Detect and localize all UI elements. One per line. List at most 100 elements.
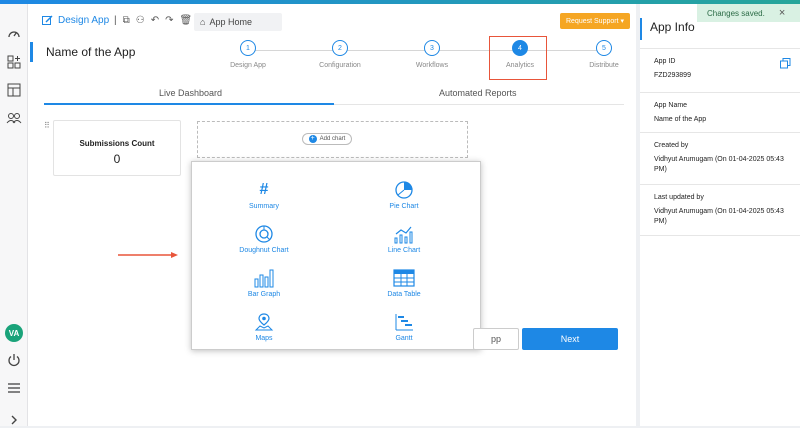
tab-automated-reports[interactable]: Automated Reports: [439, 88, 517, 98]
chart-option-label: Summary: [249, 203, 279, 210]
chart-option-label: Data Table: [387, 291, 421, 298]
step-distribute[interactable]: 5 Distribute: [574, 40, 634, 69]
next-button[interactable]: Next: [522, 328, 618, 350]
field-value: Vidhyut Arumugam (On 01-04-2025 05:43 PM…: [654, 208, 784, 225]
app-info-panel: App Info Changes saved. × App ID FZD2938…: [640, 4, 800, 426]
menu-icon[interactable]: [6, 380, 22, 396]
step-label: Configuration: [319, 62, 361, 69]
data-table-icon: [344, 268, 464, 288]
doughnut-chart-icon: [204, 224, 324, 244]
field-label: App ID: [654, 58, 676, 65]
chart-option-gantt[interactable]: Gantt: [344, 312, 464, 342]
field-value: FZD293899: [654, 72, 691, 79]
home-icon: ⌂: [200, 17, 206, 27]
trash-icon[interactable]: 🗑: [180, 15, 193, 26]
arrow-annotation-icon: [118, 252, 178, 258]
request-support-label: Request Support: [565, 17, 619, 25]
changes-saved-toast: Changes saved. ×: [697, 4, 800, 22]
bar-graph-icon: [204, 268, 324, 288]
back-button[interactable]: pp: [473, 328, 519, 350]
submissions-count-card[interactable]: Submissions Count 0: [53, 120, 181, 176]
gantt-icon: [344, 312, 464, 332]
request-support-button[interactable]: Request Support ▾: [560, 13, 630, 29]
step-number: 2: [332, 40, 348, 56]
step-number: 5: [596, 40, 612, 56]
card-title: Submissions Count: [79, 139, 155, 148]
chart-type-popup: # Summary Pie Chart Doughnut Chart Line …: [191, 161, 481, 350]
toolbar: Design App | ⧉ ⚇ ↶ ↷ 🗑 ⌂ App Home Reques…: [28, 10, 636, 34]
field-app-name: App Name Name of the App: [640, 92, 800, 125]
redo-icon[interactable]: ↷: [165, 15, 173, 26]
step-design-app[interactable]: 1 Design App: [218, 40, 278, 69]
field-created-by: Created by Vidhyut Arumugam (On 01-04-20…: [640, 132, 800, 175]
edit-icon: [42, 15, 53, 25]
copy-icon[interactable]: ⧉: [123, 15, 130, 26]
drag-handle-icon[interactable]: ⠿: [44, 121, 50, 130]
divider-icon: |: [114, 15, 117, 26]
field-value: Vidhyut Arumugam (On 01-04-2025 05:43 PM…: [654, 156, 784, 173]
dashboard-gauge-icon[interactable]: [6, 26, 22, 42]
chart-option-label: Doughnut Chart: [239, 247, 289, 254]
app-info-accent: [640, 18, 642, 40]
chart-option-data-table[interactable]: Data Table: [344, 268, 464, 298]
power-icon[interactable]: [6, 352, 22, 368]
chart-option-label: Maps: [255, 335, 273, 342]
field-label: Created by: [654, 142, 689, 149]
avatar[interactable]: VA: [5, 324, 23, 342]
main-panel: Design App | ⧉ ⚇ ↶ ↷ 🗑 ⌂ App Home Reques…: [28, 4, 636, 426]
chart-option-maps[interactable]: Maps: [204, 312, 324, 342]
design-app-button[interactable]: Design App: [42, 15, 109, 26]
chart-option-doughnut-chart[interactable]: Doughnut Chart: [204, 224, 324, 254]
layout-icon[interactable]: [6, 82, 22, 98]
field-last-updated-by: Last updated by Vidhyut Arumugam (On 01-…: [640, 184, 800, 236]
chart-option-line-chart[interactable]: Line Chart: [344, 224, 464, 254]
pie-chart-icon: [344, 180, 464, 200]
step-label: Design App: [230, 62, 266, 69]
maps-icon: [204, 312, 324, 332]
page-title: Name of the App: [46, 45, 136, 59]
chart-option-pie-chart[interactable]: Pie Chart: [344, 180, 464, 210]
chart-option-label: Pie Chart: [389, 203, 419, 210]
toast-message: Changes saved.: [707, 8, 765, 18]
undo-icon[interactable]: ↶: [151, 15, 159, 26]
step-label: Distribute: [589, 62, 619, 69]
close-icon[interactable]: ×: [779, 7, 785, 19]
app-name-accent: [30, 42, 33, 62]
app-home-label: App Home: [209, 17, 252, 27]
add-chart-label: Add chart: [319, 136, 346, 142]
users-icon[interactable]: [6, 110, 22, 126]
plus-icon: +: [308, 135, 317, 143]
active-tab-indicator: [44, 103, 334, 105]
design-app-label: Design App: [58, 15, 110, 26]
chart-option-bar-graph[interactable]: Bar Graph: [204, 268, 324, 298]
left-nav: VA: [0, 4, 28, 426]
card-value: 0: [113, 152, 121, 166]
hash-icon: #: [259, 181, 269, 198]
step-number: 1: [240, 40, 256, 56]
step-workflows[interactable]: 3 Workflows: [402, 40, 462, 69]
app-info-title: App Info: [650, 20, 695, 34]
step-configuration[interactable]: 2 Configuration: [310, 40, 370, 69]
analytics-highlight-box: [489, 36, 547, 80]
add-chart-button[interactable]: + Add chart: [302, 133, 352, 145]
step-label: Workflows: [415, 62, 449, 69]
dashboard-tabs: Live Dashboard Automated Reports: [44, 84, 624, 106]
toolbar-icons: | ⧉ ⚇ ↶ ↷ 🗑: [114, 15, 192, 26]
apps-icon[interactable]: [6, 54, 22, 70]
line-chart-icon: [344, 224, 464, 244]
chart-option-label: Bar Graph: [247, 291, 281, 298]
field-label: App Name: [654, 102, 688, 109]
step-number: 3: [424, 40, 440, 56]
chart-drop-area: + Add chart: [197, 121, 468, 158]
field-label: Last updated by: [654, 194, 704, 201]
app-home-tab[interactable]: ⌂ App Home: [194, 13, 282, 31]
share-user-icon[interactable]: ⚇: [136, 15, 145, 26]
chevron-down-icon: ▾: [618, 18, 624, 25]
tab-live-dashboard[interactable]: Live Dashboard: [159, 88, 222, 98]
chart-option-label: Gantt: [395, 335, 413, 342]
field-value: Name of the App: [654, 116, 707, 123]
chart-option-label: Line Chart: [387, 247, 421, 254]
chart-option-summary[interactable]: # Summary: [204, 180, 324, 210]
stepper: 1 Design App 2 Configuration 3 Workflows…: [218, 40, 638, 80]
field-app-id: App ID FZD293899: [640, 48, 800, 81]
